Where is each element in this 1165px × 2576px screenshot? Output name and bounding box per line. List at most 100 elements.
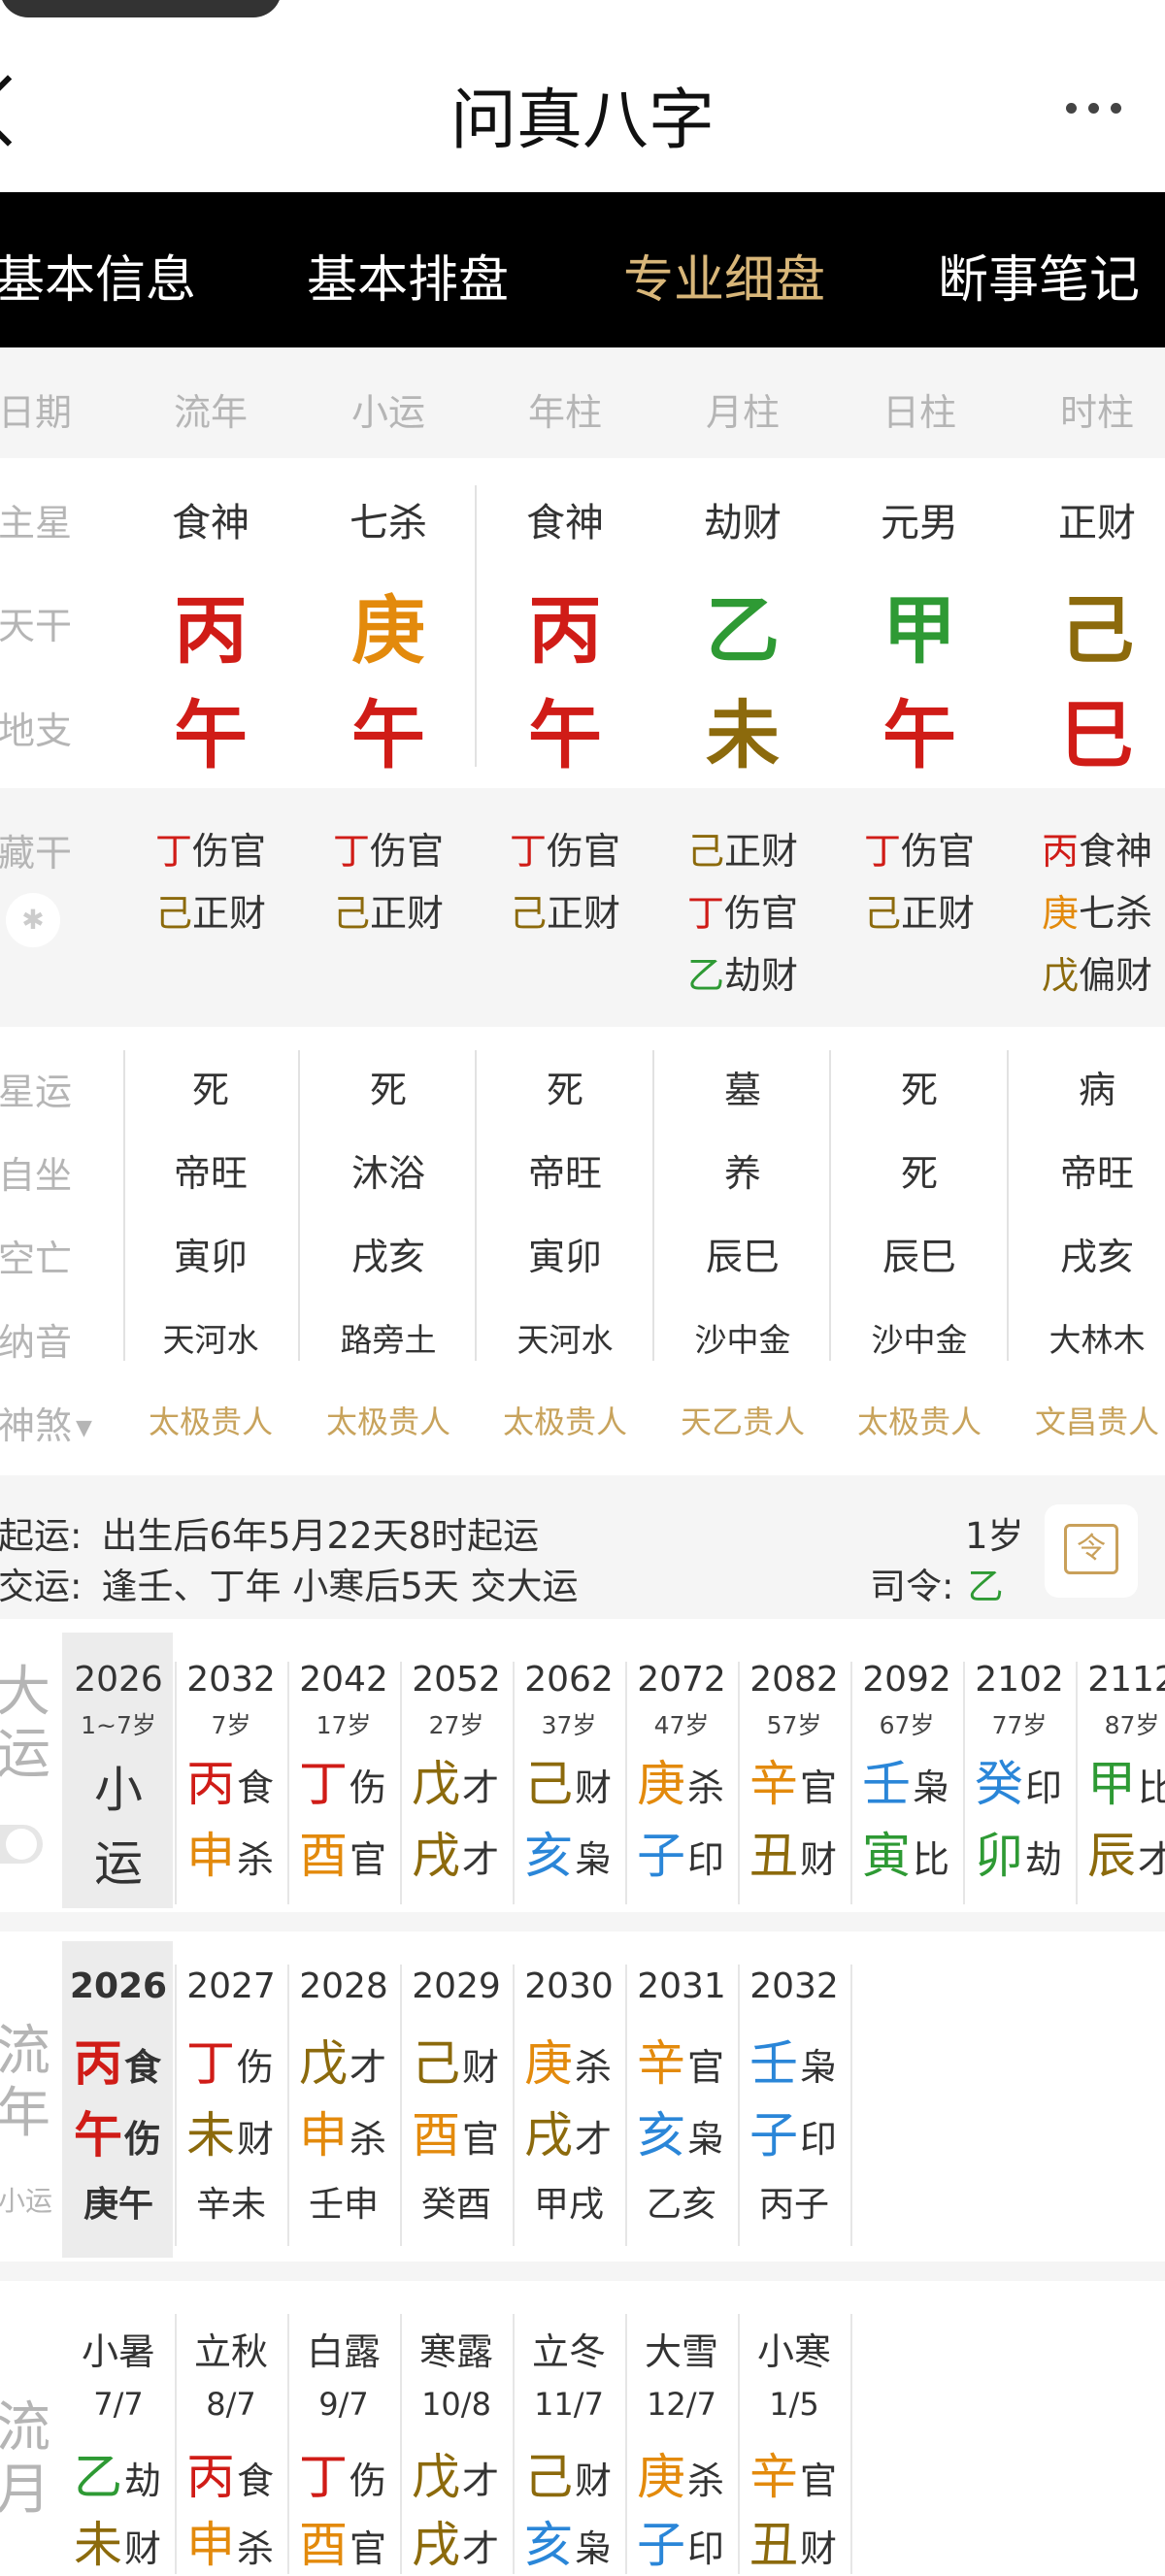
dayun-branch-char: 丑 [749, 1828, 798, 1884]
liuyue-stem-god: 杀 [687, 2460, 725, 2502]
heavenly-stem: 乙 [706, 587, 780, 674]
liuyue-stem-char: 己 [524, 2449, 573, 2505]
siling-button[interactable]: 令 [1045, 1504, 1138, 1598]
tab-basic-info[interactable]: 基本信息 [0, 239, 196, 312]
column-divider [1076, 1662, 1078, 1904]
dayun-stem: 戊才 [412, 1745, 499, 1815]
liuyue-branch-char: 酉 [299, 2517, 348, 2573]
dayun-branch: 酉官 [299, 1817, 386, 1887]
liuyue-stem-char: 辛 [749, 2449, 798, 2505]
qiyun-panel: 起运: 出生后6年5月22天8时起运 交运: 逢壬、丁年 小寒后5天 交大运 1岁 … [0, 1475, 1165, 1619]
dayun-stem: 辛官 [749, 1745, 837, 1815]
dayun-branch-char: 酉 [299, 1828, 348, 1884]
hidden-stem-entry: 丁伤官 [660, 883, 825, 937]
dayun-column[interactable]: 2102 77岁 癸印 卯劫 [963, 1650, 1076, 1902]
shensha[interactable]: 太极贵人 [306, 1398, 471, 1442]
liuyue-branch-god: 官 [350, 2527, 387, 2570]
dayun-column[interactable]: 2112 87岁甲比辰才 [1076, 1650, 1165, 1902]
dayun-column[interactable]: 2082 57岁 辛官 丑财 [738, 1650, 850, 1902]
liuyue-term: 立秋 [193, 2330, 268, 2373]
liuyue-term: 立冬 [531, 2330, 606, 2373]
hidden-stem-entry: 己正财 [306, 883, 471, 937]
liuyue-term: 寒露 [418, 2330, 493, 2373]
column-divider [850, 1965, 852, 2246]
liuyue-branch: 亥枭 [524, 2506, 612, 2576]
dayun-column[interactable]: 2072 47岁 庚杀 子印 [625, 1650, 738, 1902]
void-branches: 辰巳 [882, 1236, 956, 1278]
liuyue-branch-god: 才 [462, 2527, 500, 2570]
dayun-stem: 壬枭 [862, 1745, 949, 1815]
nayin: 天河水 [162, 1321, 259, 1359]
more-dots-icon[interactable] [1066, 103, 1121, 114]
liuyue-column[interactable]: 大雪 12/7 庚杀 子印 [625, 2300, 738, 2574]
liunian-stem: 戊才 [299, 2025, 386, 2095]
dayun-age: 77岁 [991, 1711, 1048, 1739]
dayun-column[interactable]: 2032 7岁 丙食 申杀 [175, 1650, 287, 1902]
liuyue-stem-god: 劫 [124, 2460, 162, 2502]
liuyue-column[interactable]: 寒露 10/8 戊才 戌才 [400, 2300, 513, 2574]
liuyue-column[interactable]: 立冬 11/7 己财 亥枭 [513, 2300, 625, 2574]
shensha[interactable]: 太极贵人 [483, 1398, 648, 1442]
star-fortune: 病 [1078, 1069, 1115, 1111]
liunian-branch-god: 才 [575, 2118, 613, 2161]
heavenly-stem: 己 [1060, 587, 1134, 674]
pin-icon[interactable]: ✱ [6, 893, 60, 947]
liuyue-stem-god: 伤 [350, 2460, 387, 2502]
liunian-column[interactable]: 2029 己财 酉官 癸酉 [400, 1951, 513, 2242]
liunian-column[interactable]: 2031 辛官 亥枭 乙亥 [625, 1951, 738, 2242]
tab-basic-chart[interactable]: 基本排盘 [307, 239, 509, 312]
section-divider [0, 2262, 1165, 2281]
liuyue-column[interactable]: 小寒 1/5 辛官 丑财 [738, 2300, 850, 2574]
dayun-column[interactable]: 2092 67岁 壬枭 寅比 [850, 1650, 963, 1902]
liunian-column[interactable]: 2028 戊才 申杀 壬申 [287, 1951, 400, 2242]
liuyue-column[interactable]: 小暑 7/7 乙劫 未财 [62, 2300, 175, 2574]
liunian-branch: 戌才 [524, 2097, 612, 2166]
shensha[interactable]: 文昌贵人 [1015, 1398, 1165, 1442]
liuyue-branch: 子印 [637, 2506, 724, 2576]
tab-bar: 基本信息 基本排盘 专业细盘 断事笔记 [0, 192, 1165, 347]
liunian-year: 2030 [524, 1966, 614, 2006]
dayun-column-current[interactable]: 2026 1~7岁小运 [62, 1650, 175, 1902]
row-label-shensha[interactable]: 神煞 ▼ [0, 1396, 92, 1449]
liunian-branch-char: 戌 [524, 2107, 573, 2163]
column-header: 小运 [350, 391, 425, 434]
liunian-column-current[interactable]: 2026 丙食 午伤 庚午 [62, 1951, 175, 2242]
liunian-year: 2029 [412, 1966, 501, 2006]
void-branches: 辰巳 [705, 1236, 780, 1278]
liunian-stem-god: 食 [124, 2046, 162, 2089]
liuyue-date: 11/7 [534, 2386, 604, 2423]
tab-professional-chart[interactable]: 专业细盘 [623, 239, 825, 312]
liunian-xiaoyun: 辛未 [195, 2185, 266, 2225]
liunian-branch-god: 印 [800, 2118, 838, 2161]
hidden-stem-god: 伤官 [192, 830, 267, 873]
liunian-column[interactable]: 2030 庚杀 戌才 甲戌 [513, 1951, 625, 2242]
dayun-column[interactable]: 2042 17岁 丁伤 酉官 [287, 1650, 400, 1902]
liunian-column[interactable]: 2032 壬枭 子印 丙子 [738, 1951, 850, 2242]
chevron-left-icon[interactable] [0, 75, 44, 147]
column-divider [175, 1662, 177, 1904]
siling: 司令: 乙 [870, 1566, 1004, 1607]
dayun-year: 2102 [975, 1660, 1064, 1700]
shensha[interactable]: 太极贵人 [128, 1398, 293, 1442]
dayun-branch: 丑财 [749, 1817, 837, 1887]
hidden-stem: 己 [332, 892, 370, 935]
liuyue-branch-god: 财 [124, 2527, 162, 2570]
hidden-stem-entry: 丁伤官 [483, 821, 648, 875]
liuyue-column[interactable]: 立秋 8/7 丙食 申杀 [175, 2300, 287, 2574]
tab-notes[interactable]: 断事笔记 [938, 239, 1140, 312]
liuyue-branch-char: 子 [637, 2517, 685, 2573]
earthly-branch: 巳 [1060, 692, 1134, 778]
dayun-column[interactable]: 2062 37岁 己财 亥枭 [513, 1650, 625, 1902]
liunian-stem-char: 辛 [637, 2035, 685, 2092]
hidden-stem-god: 正财 [547, 892, 621, 935]
dayun-stem-god: 伤 [350, 1767, 387, 1809]
liunian-column[interactable]: 2027 丁伤 未财 辛未 [175, 1951, 287, 2242]
shensha[interactable]: 天乙贵人 [660, 1398, 825, 1442]
liuyue-column[interactable]: 白露 9/7 丁伤 酉官 [287, 2300, 400, 2574]
dayun-stem-char: 癸 [975, 1756, 1023, 1812]
dayun-toggle[interactable] [0, 1825, 43, 1864]
row-label-heavenly-stem: 天干 [0, 605, 73, 647]
dayun-column[interactable]: 2052 27岁 戊才 戌才 [400, 1650, 513, 1902]
shensha[interactable]: 太极贵人 [837, 1398, 1002, 1442]
hidden-stem-god: 正财 [724, 830, 799, 873]
